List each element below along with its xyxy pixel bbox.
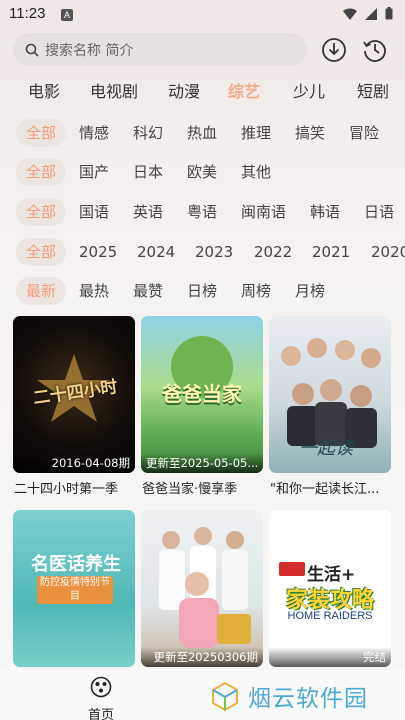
chip-language[interactable]: 英语 <box>133 198 163 226</box>
chip-region[interactable]: 日本 <box>133 158 163 186</box>
episode-caption: 2016-04-08期 <box>13 453 135 473</box>
tab-short-drama[interactable]: 短剧 <box>357 78 389 102</box>
doctors-graphic <box>159 527 251 648</box>
btv-logo-icon <box>279 562 305 576</box>
chip-language[interactable]: 日语 <box>364 198 394 226</box>
chip-language[interactable]: 韩语 <box>310 198 340 226</box>
poster-image: 二十四小时 2016-04-08期 <box>13 316 135 473</box>
nav-home[interactable]: 首页 <box>80 676 122 720</box>
poster-subtitle: HOME RAIDERS <box>287 610 373 622</box>
filter-region: 全部 国产 日本 欧美 其他 <box>0 158 405 186</box>
notification-icon: A <box>61 9 73 21</box>
chip-genre[interactable]: 情感 <box>79 119 109 147</box>
wifi-icon <box>343 8 357 20</box>
episode-caption: 更新至20250306期 <box>141 647 263 667</box>
status-icons <box>343 7 393 20</box>
poster-title: 爸爸当家 <box>162 382 242 406</box>
watermark-cube-icon <box>212 681 238 711</box>
status-time: 11:23 <box>9 5 46 22</box>
chip-genre[interactable]: 热血 <box>187 119 217 147</box>
chip-year[interactable]: 2023 <box>195 238 233 266</box>
chip-language[interactable]: 粤语 <box>187 198 217 226</box>
chip-sort[interactable]: 日榜 <box>187 277 217 305</box>
watermark-text: 烟云软件园 <box>248 686 368 712</box>
chip-year[interactable]: 2025 <box>79 238 117 266</box>
chip-year[interactable]: 2021 <box>312 238 350 266</box>
show-title: 二十四小时第一季 <box>14 482 119 497</box>
chip-region[interactable]: 其他 <box>241 158 271 186</box>
chip-language[interactable]: 国语 <box>79 198 109 226</box>
chip-language-all[interactable]: 全部 <box>16 198 66 226</box>
chip-sort[interactable]: 月榜 <box>295 277 325 305</box>
tab-kids[interactable]: 少儿 <box>293 78 325 102</box>
tab-anime[interactable]: 动漫 <box>168 78 200 102</box>
filter-language: 全部 国语 英语 粤语 闽南语 韩语 日语 <box>0 198 405 226</box>
poster-image: 爸爸当家 更新至2025-05-05... <box>141 316 263 473</box>
show-title: 爸爸当家·慢享季 <box>142 482 238 497</box>
chip-sort[interactable]: 最赞 <box>133 277 163 305</box>
search-placeholder: 搜索名称 简介 <box>45 42 134 59</box>
poster-image: 名医话养生 防控疫情特别节目 <box>13 510 135 667</box>
nav-home-label: 首页 <box>87 708 114 720</box>
filter-sort: 最新 最热 最赞 日榜 周榜 月榜 <box>0 277 405 305</box>
show-title: "和你一起读长江... <box>270 482 380 497</box>
poster-image: 更新至20250306期 <box>141 510 263 667</box>
chip-language[interactable]: 闽南语 <box>241 198 286 226</box>
episode-caption: 更新至2025-05-05... <box>141 453 263 473</box>
poster-title: 一起读 <box>299 438 353 459</box>
poster-subtitle: 防控疫情特别节目 <box>37 576 113 604</box>
episode-caption: 完结 <box>269 647 391 667</box>
chip-year[interactable]: 2022 <box>254 238 292 266</box>
history-icon[interactable] <box>361 36 389 64</box>
category-tabs: 电影 电视剧 动漫 综艺 少儿 短剧 <box>0 78 405 102</box>
chip-genre[interactable]: 推理 <box>241 119 271 147</box>
signal-icon <box>365 7 377 20</box>
battery-icon <box>385 7 393 20</box>
filter-genre: 全部 情感 科幻 热血 推理 搞笑 冒险 <box>0 119 405 147</box>
chip-genre[interactable]: 搞笑 <box>295 119 325 147</box>
chip-sort[interactable]: 最热 <box>79 277 109 305</box>
chip-region-all[interactable]: 全部 <box>16 158 66 186</box>
chip-genre[interactable]: 科幻 <box>133 119 163 147</box>
filter-year: 全部 2025 2024 2023 2022 2021 2020 <box>0 238 405 266</box>
tab-movie[interactable]: 电影 <box>28 78 60 102</box>
tab-variety[interactable]: 综艺 <box>228 78 260 102</box>
chip-year[interactable]: 2024 <box>137 238 175 266</box>
search-icon <box>25 43 39 57</box>
poster-title: 名医话养生 <box>31 554 121 575</box>
watermark: 烟云软件园 <box>210 676 400 716</box>
chip-year-all[interactable]: 全部 <box>16 238 66 266</box>
chip-sort-latest[interactable]: 最新 <box>16 277 66 305</box>
chip-sort[interactable]: 周榜 <box>241 277 271 305</box>
status-bar: 11:23 A <box>0 0 405 30</box>
download-icon[interactable] <box>320 36 348 64</box>
tab-tv[interactable]: 电视剧 <box>90 78 138 102</box>
chip-genre-all[interactable]: 全部 <box>16 119 66 147</box>
chip-region[interactable]: 欧美 <box>187 158 217 186</box>
poster-image: 一起读 <box>269 316 391 473</box>
home-icon <box>90 676 112 698</box>
poster-image: 生活+ 家装攻略 HOME RAIDERS 完结 <box>269 510 391 667</box>
search-input[interactable]: 搜索名称 简介 <box>13 33 307 66</box>
chip-year[interactable]: 2020 <box>371 238 405 266</box>
chip-region[interactable]: 国产 <box>79 158 109 186</box>
chip-genre[interactable]: 冒险 <box>349 119 379 147</box>
